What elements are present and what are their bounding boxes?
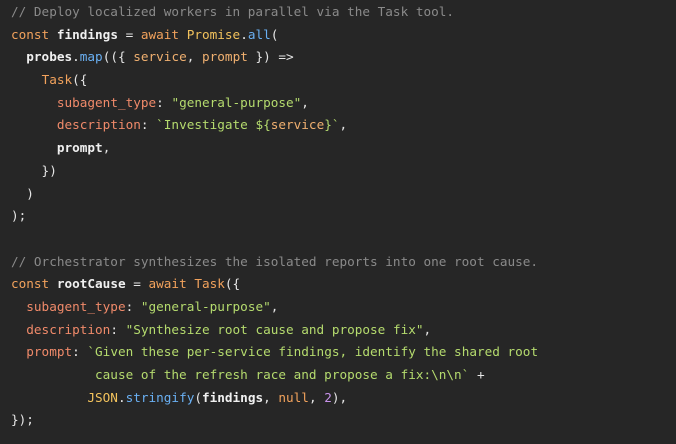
string-token: `Given these per-service findings, ident… bbox=[87, 344, 539, 360]
method-token: all bbox=[247, 26, 271, 42]
identifier-token: findings bbox=[201, 389, 264, 405]
keyword-token: await bbox=[140, 26, 187, 42]
punctuation-token: = bbox=[125, 276, 149, 292]
punctuation-token: ( bbox=[194, 389, 202, 405]
punctuation-token bbox=[11, 140, 57, 155]
punctuation-token: = bbox=[117, 26, 141, 42]
string-token: `Investigate ${ bbox=[156, 117, 271, 133]
code-line: }) bbox=[11, 160, 676, 183]
punctuation-token: , bbox=[423, 321, 432, 337]
comment-token: // Deploy localized workers in parallel … bbox=[11, 4, 455, 19]
punctuation-token: }) => bbox=[247, 49, 294, 65]
string-token: "general-purpose" bbox=[171, 94, 302, 110]
punctuation-token bbox=[11, 49, 26, 64]
code-line: const findings = await Promise.all( bbox=[11, 24, 676, 47]
punctuation-token: . bbox=[72, 49, 80, 65]
punctuation-token: , bbox=[102, 140, 111, 156]
punctuation-token: ), bbox=[331, 389, 348, 405]
identifier-token: rootCause bbox=[56, 276, 126, 292]
punctuation-token bbox=[11, 367, 95, 382]
code-block: // Deploy localized workers in parallel … bbox=[0, 0, 676, 432]
punctuation-token: ({ bbox=[72, 72, 88, 88]
method-token: stringify bbox=[125, 389, 195, 405]
keyword-token: await bbox=[148, 276, 195, 292]
property-token: description bbox=[26, 321, 111, 337]
punctuation-token: (({ bbox=[102, 49, 134, 65]
punctuation-token: }); bbox=[11, 412, 34, 428]
punctuation-token: : bbox=[140, 117, 157, 133]
code-line: ); bbox=[11, 205, 676, 228]
call-token: Task bbox=[41, 72, 73, 88]
punctuation-token bbox=[11, 117, 57, 132]
punctuation-token: ) bbox=[11, 185, 34, 201]
property-token: description bbox=[56, 117, 141, 133]
code-line: // Deploy localized workers in parallel … bbox=[11, 1, 676, 24]
punctuation-token: : bbox=[125, 298, 141, 314]
code-line: description: "Synthesize root cause and … bbox=[11, 319, 676, 342]
code-line: description: `Investigate ${service}`, bbox=[11, 114, 676, 137]
builtin-token: Promise bbox=[186, 26, 241, 42]
punctuation-token: : bbox=[110, 321, 126, 337]
string-token: "Synthesize root cause and propose fix" bbox=[125, 321, 424, 337]
call-token: Task bbox=[194, 276, 225, 292]
punctuation-token: : bbox=[156, 94, 172, 110]
code-line: subagent_type: "general-purpose", bbox=[11, 296, 676, 319]
keyword-token: const bbox=[11, 26, 57, 42]
identifier-token: prompt bbox=[56, 140, 103, 156]
punctuation-token: , bbox=[308, 389, 325, 405]
identifier-token: probes bbox=[26, 49, 73, 65]
property-token: prompt bbox=[26, 344, 73, 360]
punctuation-token bbox=[11, 299, 26, 314]
code-line: ) bbox=[11, 183, 676, 206]
punctuation-token bbox=[11, 322, 26, 337]
punctuation-token: , bbox=[270, 298, 279, 314]
string-token: "general-purpose" bbox=[140, 298, 271, 314]
punctuation-token: }) bbox=[11, 162, 57, 178]
code-line: // Orchestrator synthesizes the isolated… bbox=[11, 251, 676, 274]
code-line: Task({ bbox=[11, 69, 676, 92]
punctuation-token: ); bbox=[11, 208, 27, 224]
punctuation-token: ({ bbox=[224, 276, 241, 292]
method-token: map bbox=[79, 49, 103, 65]
code-line: prompt: `Given these per-service finding… bbox=[11, 341, 676, 364]
string-token: cause of the refresh race and propose a … bbox=[95, 367, 470, 382]
code-line: cause of the refresh race and propose a … bbox=[11, 364, 676, 387]
punctuation-token bbox=[11, 344, 26, 359]
parameter-token: service bbox=[270, 117, 325, 133]
keyword-token: const bbox=[11, 276, 57, 292]
number-token: 2 bbox=[324, 389, 332, 405]
punctuation-token: . bbox=[117, 389, 126, 405]
punctuation-token: : bbox=[72, 344, 88, 360]
code-line: subagent_type: "general-purpose", bbox=[11, 92, 676, 115]
keyword-token: null bbox=[278, 389, 309, 405]
punctuation-token bbox=[11, 95, 57, 110]
code-line: const rootCause = await Task({ bbox=[11, 273, 676, 296]
punctuation-token: , bbox=[339, 117, 348, 133]
punctuation-token: . bbox=[240, 26, 248, 42]
string-token: }` bbox=[324, 117, 340, 133]
property-token: subagent_type bbox=[26, 298, 126, 314]
punctuation-token: , bbox=[301, 94, 309, 110]
punctuation-token: ( bbox=[270, 26, 279, 42]
comment-token: // Orchestrator synthesizes the isolated… bbox=[11, 253, 539, 269]
property-token: subagent_type bbox=[56, 94, 157, 110]
parameter-token: prompt bbox=[202, 49, 248, 65]
code-line: }); bbox=[11, 409, 676, 432]
punctuation-token: + bbox=[469, 367, 485, 382]
punctuation-token: , bbox=[186, 49, 203, 65]
builtin-token: JSON bbox=[87, 389, 118, 405]
code-line: probes.map(({ service, prompt }) => bbox=[11, 46, 676, 69]
code-line: JSON.stringify(findings, null, 2), bbox=[11, 387, 676, 410]
punctuation-token bbox=[11, 390, 87, 405]
identifier-token: findings bbox=[56, 26, 118, 42]
code-line: prompt, bbox=[11, 137, 676, 160]
punctuation-token: , bbox=[263, 389, 279, 405]
punctuation-token bbox=[11, 72, 42, 87]
parameter-token: service bbox=[133, 49, 187, 65]
